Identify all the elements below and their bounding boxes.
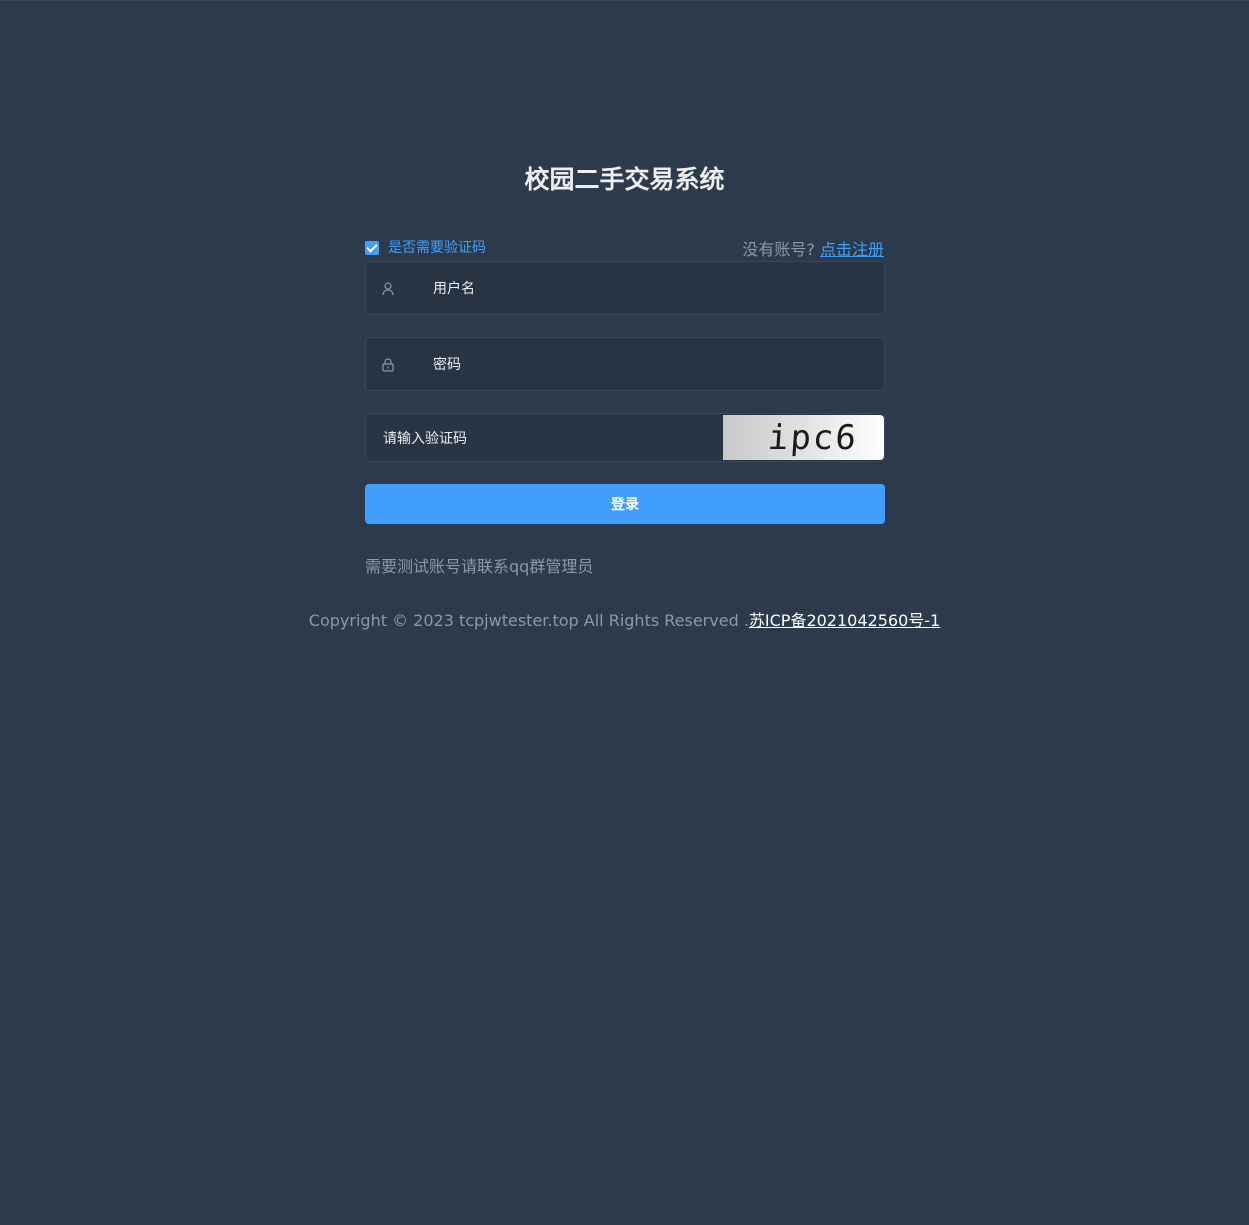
page-title: 校园二手交易系统 — [524, 165, 725, 194]
lock-icon — [382, 357, 394, 372]
captcha-code: ipc6 — [766, 417, 859, 458]
password-input[interactable] — [431, 338, 875, 392]
footer: Copyright © 2023 tcpjwtester.top All Rig… — [0, 610, 1249, 632]
user-icon — [382, 281, 394, 296]
captcha-toggle[interactable]: 是否需要验证码 — [365, 239, 486, 257]
copyright-text: Copyright © 2023 tcpjwtester.top All Rig… — [308, 611, 749, 630]
register-prompt: 没有账号? — [742, 240, 815, 259]
captcha-image[interactable]: ipc6 — [723, 415, 884, 460]
test-account-tip: 需要测试账号请联系qq群管理员 — [365, 557, 594, 576]
captcha-input[interactable] — [381, 414, 715, 463]
username-field[interactable] — [365, 261, 885, 316]
captcha-field[interactable]: ipc6 — [365, 413, 885, 463]
icp-link[interactable]: 苏ICP备2021042560号-1 — [749, 611, 940, 630]
login-button[interactable]: 登录 — [365, 484, 885, 524]
captcha-checkbox[interactable] — [365, 241, 379, 255]
password-field[interactable] — [365, 337, 885, 392]
register-link[interactable]: 点击注册 — [820, 240, 884, 259]
username-input[interactable] — [431, 262, 875, 316]
captcha-toggle-label: 是否需要验证码 — [388, 240, 486, 256]
register-area: 没有账号? 点击注册 — [742, 240, 884, 260]
top-border — [0, 0, 1249, 1]
